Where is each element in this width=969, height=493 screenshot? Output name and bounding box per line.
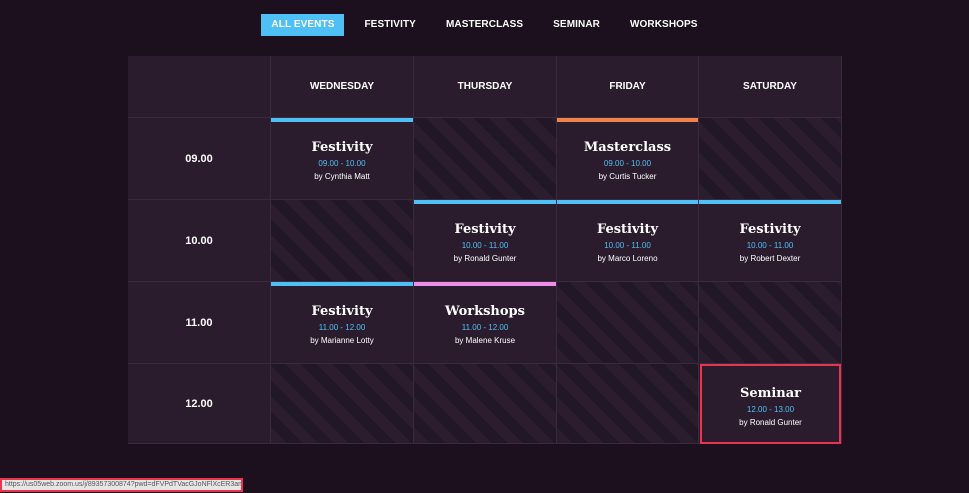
- event-title: Festivity: [311, 304, 373, 319]
- event-time: 10.00 - 11.00: [604, 241, 651, 250]
- empty-slot: [271, 200, 414, 282]
- empty-slot: [557, 364, 699, 444]
- corner-cell: [128, 56, 271, 118]
- event-cell[interactable]: Festivity 11.00 - 12.00 by Marianne Lott…: [271, 282, 414, 364]
- time-label: 11.00: [185, 316, 213, 329]
- event-cell[interactable]: Festivity 10.00 - 11.00 by Ronald Gunter: [414, 200, 557, 282]
- event-title: Workshops: [445, 304, 525, 319]
- empty-slot: [699, 118, 842, 200]
- event-title: Festivity: [454, 222, 516, 237]
- day-header-friday: FRIDAY: [557, 56, 699, 118]
- tab-seminar[interactable]: SEMINAR: [543, 14, 610, 36]
- event-host: by Marco Loreno: [597, 254, 658, 263]
- event-title: Festivity: [739, 222, 801, 237]
- day-label: THURSDAY: [457, 81, 513, 92]
- event-time: 10.00 - 11.00: [461, 241, 509, 250]
- tab-workshops[interactable]: WORKSHOPS: [620, 14, 708, 36]
- event-time: 11.00 - 12.00: [318, 323, 366, 332]
- time-label: 10.00: [185, 234, 213, 247]
- tab-festivity[interactable]: FESTIVITY: [354, 14, 425, 36]
- event-host: by Marianne Lotty: [310, 336, 374, 345]
- day-label: FRIDAY: [609, 81, 646, 92]
- day-label: SATURDAY: [743, 81, 797, 92]
- empty-slot: [699, 282, 842, 364]
- event-color-bar: [271, 118, 413, 122]
- event-color-bar: [557, 118, 698, 122]
- event-cell[interactable]: Festivity 10.00 - 11.00 by Robert Dexter: [699, 200, 842, 282]
- time-cell-1000: 10.00: [128, 200, 271, 282]
- event-cell[interactable]: Workshops 11.00 - 12.00 by Malene Kruse: [414, 282, 557, 364]
- event-cell[interactable]: Festivity 09.00 - 10.00 by Cynthia Matt: [271, 118, 414, 200]
- tab-all-events[interactable]: ALL EVENTS: [261, 14, 345, 36]
- event-color-bar: [699, 200, 841, 204]
- event-host: by Curtis Tucker: [598, 172, 657, 181]
- status-bar-url: https://us05web.zoom.us/j/89357300874?pw…: [0, 478, 243, 492]
- day-header-saturday: SATURDAY: [699, 56, 842, 118]
- event-filter-tabs: ALL EVENTS FESTIVITY MASTERCLASS SEMINAR…: [0, 14, 969, 36]
- event-host: by Ronald Gunter: [739, 417, 802, 427]
- event-color-bar: [414, 200, 556, 204]
- day-header-thursday: THURSDAY: [414, 56, 557, 118]
- event-title: Festivity: [596, 222, 659, 237]
- event-title: Seminar: [739, 385, 802, 401]
- day-label: WEDNESDAY: [309, 81, 375, 92]
- empty-slot: [414, 118, 557, 200]
- day-header-wednesday: WEDNESDAY: [271, 56, 414, 118]
- empty-slot: [557, 282, 699, 364]
- empty-slot: [271, 364, 414, 444]
- time-label: 12.00: [185, 397, 213, 410]
- event-host: by Malene Kruse: [454, 336, 516, 345]
- event-time: 09.00 - 10.00: [318, 159, 366, 168]
- time-cell-0900: 09.00: [128, 118, 271, 200]
- event-host: by Robert Dexter: [739, 254, 801, 263]
- time-cell-1100: 11.00: [128, 282, 271, 364]
- event-title: Festivity: [311, 140, 373, 155]
- event-time: 09.00 - 10.00: [603, 159, 652, 168]
- event-time: 11.00 - 12.00: [461, 323, 509, 332]
- time-label: 09.00: [185, 152, 213, 165]
- event-time: 10.00 - 11.00: [746, 241, 794, 250]
- event-color-bar: [271, 282, 413, 286]
- event-time: 12.00 - 13.00: [746, 404, 795, 414]
- time-cell-1200: 12.00: [128, 364, 271, 444]
- event-cell[interactable]: Festivity 10.00 - 11.00 by Marco Loreno: [557, 200, 699, 282]
- event-cell-seminar-selected[interactable]: Seminar 12.00 - 13.00 by Ronald Gunter: [700, 364, 841, 444]
- empty-slot: [414, 364, 557, 444]
- event-host: by Ronald Gunter: [453, 254, 517, 263]
- tab-masterclass[interactable]: MASTERCLASS: [436, 14, 533, 36]
- event-color-bar: [557, 200, 698, 204]
- event-host: by Cynthia Matt: [314, 172, 370, 181]
- event-title: Masterclass: [583, 140, 672, 155]
- event-cell[interactable]: Masterclass 09.00 - 10.00 by Curtis Tuck…: [557, 118, 699, 200]
- event-color-bar: [414, 282, 556, 286]
